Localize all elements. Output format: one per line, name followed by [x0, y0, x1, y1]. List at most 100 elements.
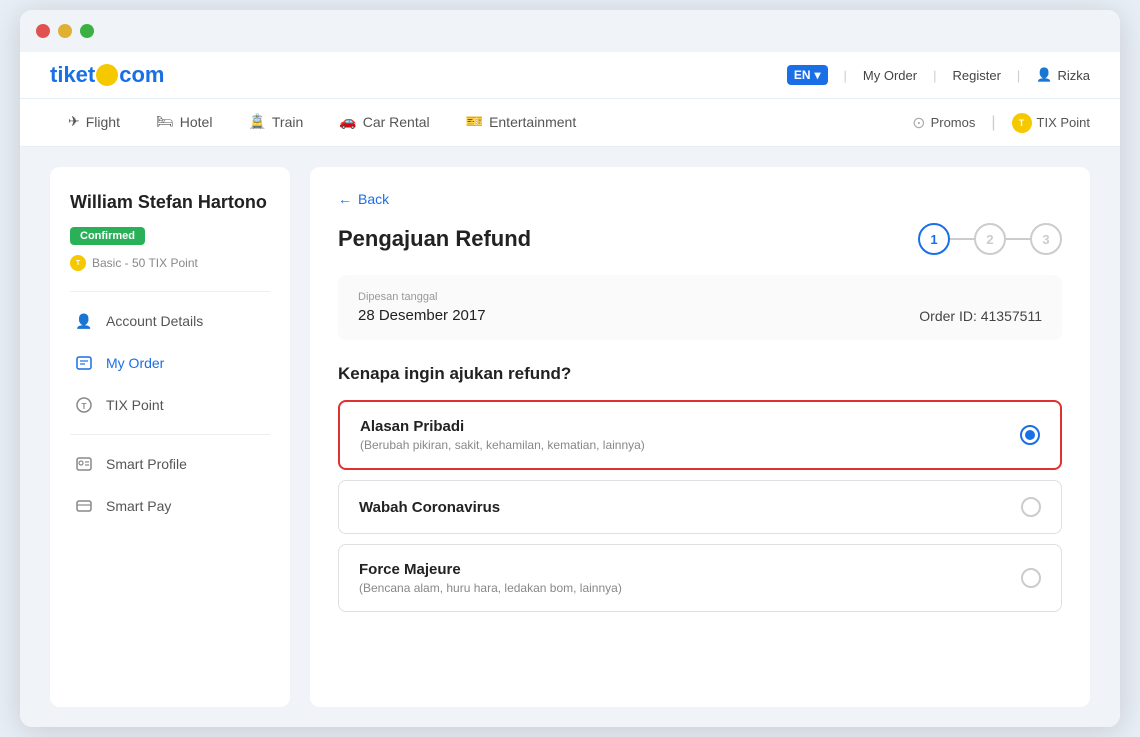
header-right: EN ▾ | My Order | Register | 👤 Rizka [787, 65, 1090, 85]
header: tiket com EN ▾ | My Order | Register | 👤… [20, 52, 1120, 99]
tix-dot-icon: T [70, 255, 86, 271]
option-force-title: Force Majeure [359, 561, 622, 578]
nav-entertainment-label: Entertainment [489, 114, 576, 130]
logo-circle [96, 64, 118, 86]
nav-left: ✈ Flight 🛏 Hotel 🚊 Train 🚗 Car Rental 🎫 [50, 99, 594, 146]
sidebar-divider-2 [70, 434, 270, 435]
nav-hotel[interactable]: 🛏 Hotel [138, 99, 230, 146]
divider-1: | [844, 68, 847, 83]
car-icon: 🚗 [339, 113, 356, 130]
sidebar-smart-pay-label: Smart Pay [106, 498, 171, 514]
username-label: Rizka [1057, 68, 1090, 83]
radio-coronavirus[interactable] [1021, 497, 1041, 517]
sidebar-tix-label: TIX Point [106, 397, 164, 413]
minimize-dot[interactable] [58, 24, 72, 38]
smart-profile-icon [74, 454, 94, 474]
nav-divider: | [991, 114, 995, 132]
promos-label: Promos [931, 115, 976, 130]
option-corona-text: Wabah Coronavirus [359, 499, 500, 516]
step-line-2 [1006, 238, 1030, 240]
my-order-link[interactable]: My Order [863, 68, 917, 83]
promos-button[interactable]: ⊙ Promos [912, 113, 975, 133]
sidebar-account-label: Account Details [106, 313, 203, 329]
browser-window: tiket com EN ▾ | My Order | Register | 👤… [20, 10, 1120, 727]
nav-entertainment[interactable]: 🎫 Entertainment [448, 99, 595, 146]
chevron-down-icon: ▾ [815, 68, 821, 82]
tix-points-text: Basic - 50 TIX Point [92, 256, 198, 270]
divider-2: | [933, 68, 936, 83]
step-2: 2 [974, 223, 1006, 255]
nav-car-rental[interactable]: 🚗 Car Rental [321, 99, 447, 146]
logo: tiket com [50, 62, 165, 88]
page-title-row: Pengajuan Refund 1 2 3 [338, 223, 1062, 255]
sidebar-username: William Stefan Hartono [70, 191, 270, 214]
step-3: 3 [1030, 223, 1062, 255]
radio-force-majeure[interactable] [1021, 568, 1041, 588]
right-panel: ← Back Pengajuan Refund 1 2 [310, 167, 1090, 707]
back-label: Back [358, 191, 389, 207]
main-content: William Stefan Hartono Confirmed T Basic… [20, 147, 1120, 727]
register-link[interactable]: Register [952, 68, 1000, 83]
sidebar-my-order-label: My Order [106, 355, 164, 371]
promos-icon: ⊙ [912, 113, 925, 133]
order-icon [74, 353, 94, 373]
order-id: Order ID: 41357511 [919, 308, 1042, 324]
step-indicator: 1 2 3 [918, 223, 1062, 255]
divider-3: | [1017, 68, 1020, 83]
option-personal-text: Alasan Pribadi (Berubah pikiran, sakit, … [360, 418, 645, 452]
sidebar: William Stefan Hartono Confirmed T Basic… [50, 167, 290, 707]
sidebar-item-my-order[interactable]: My Order [70, 342, 270, 384]
nav-car-label: Car Rental [363, 114, 430, 130]
option-force-subtitle: (Bencana alam, huru hara, ledakan bom, l… [359, 581, 622, 595]
order-date-section: Dipesan tanggal 28 Desember 2017 [358, 291, 486, 324]
step-line-1 [950, 238, 974, 240]
sidebar-item-smart-profile[interactable]: Smart Profile [70, 443, 270, 485]
flight-icon: ✈ [68, 113, 80, 130]
close-dot[interactable] [36, 24, 50, 38]
back-link[interactable]: ← Back [338, 191, 1062, 207]
user-menu[interactable]: 👤 Rizka [1036, 67, 1090, 83]
sidebar-divider-1 [70, 291, 270, 292]
lang-label: EN [794, 68, 811, 82]
sidebar-smart-profile-label: Smart Profile [106, 456, 187, 472]
radio-inner-personal [1025, 430, 1035, 440]
maximize-dot[interactable] [80, 24, 94, 38]
tix-icon: T [74, 395, 94, 415]
nav-right: ⊙ Promos | T TIX Point [912, 113, 1090, 133]
back-arrow-icon: ← [338, 191, 352, 207]
train-icon: 🚊 [248, 113, 265, 130]
nav-bar: ✈ Flight 🛏 Hotel 🚊 Train 🚗 Car Rental 🎫 [20, 99, 1120, 147]
svg-text:T: T [82, 402, 87, 411]
sidebar-item-smart-pay[interactable]: Smart Pay [70, 485, 270, 527]
step-1: 1 [918, 223, 950, 255]
hotel-icon: 🛏 [156, 113, 174, 130]
nav-train-label: Train [272, 114, 303, 130]
logo-com: com [119, 62, 164, 88]
order-label: Dipesan tanggal [358, 291, 486, 303]
language-button[interactable]: EN ▾ [787, 65, 828, 85]
refund-option-coronavirus[interactable]: Wabah Coronavirus [338, 480, 1062, 534]
sidebar-item-tix-point[interactable]: T TIX Point [70, 384, 270, 426]
refund-question: Kenapa ingin ajukan refund? [338, 364, 1062, 384]
order-date: 28 Desember 2017 [358, 307, 486, 324]
radio-personal[interactable] [1020, 425, 1040, 445]
refund-option-force-majeure[interactable]: Force Majeure (Bencana alam, huru hara, … [338, 544, 1062, 612]
entertainment-icon: 🎫 [466, 113, 483, 130]
logo-tiket: tiket [50, 62, 95, 88]
option-corona-title: Wabah Coronavirus [359, 499, 500, 516]
tix-point-label: TIX Point [1037, 115, 1090, 130]
confirmed-badge: Confirmed [70, 227, 145, 245]
refund-option-personal[interactable]: Alasan Pribadi (Berubah pikiran, sakit, … [338, 400, 1062, 470]
order-info-box: Dipesan tanggal 28 Desember 2017 Order I… [338, 275, 1062, 340]
sidebar-item-account-details[interactable]: 👤 Account Details [70, 300, 270, 342]
nav-flight[interactable]: ✈ Flight [50, 99, 138, 146]
nav-train[interactable]: 🚊 Train [230, 99, 321, 146]
page-title: Pengajuan Refund [338, 226, 531, 252]
option-personal-subtitle: (Berubah pikiran, sakit, kehamilan, kema… [360, 438, 645, 452]
nav-flight-label: Flight [86, 114, 120, 130]
person-icon: 👤 [74, 311, 94, 331]
app-body: tiket com EN ▾ | My Order | Register | 👤… [20, 52, 1120, 727]
smart-pay-icon [74, 496, 94, 516]
tix-point-button[interactable]: T TIX Point [1012, 113, 1090, 133]
nav-hotel-label: Hotel [180, 114, 213, 130]
